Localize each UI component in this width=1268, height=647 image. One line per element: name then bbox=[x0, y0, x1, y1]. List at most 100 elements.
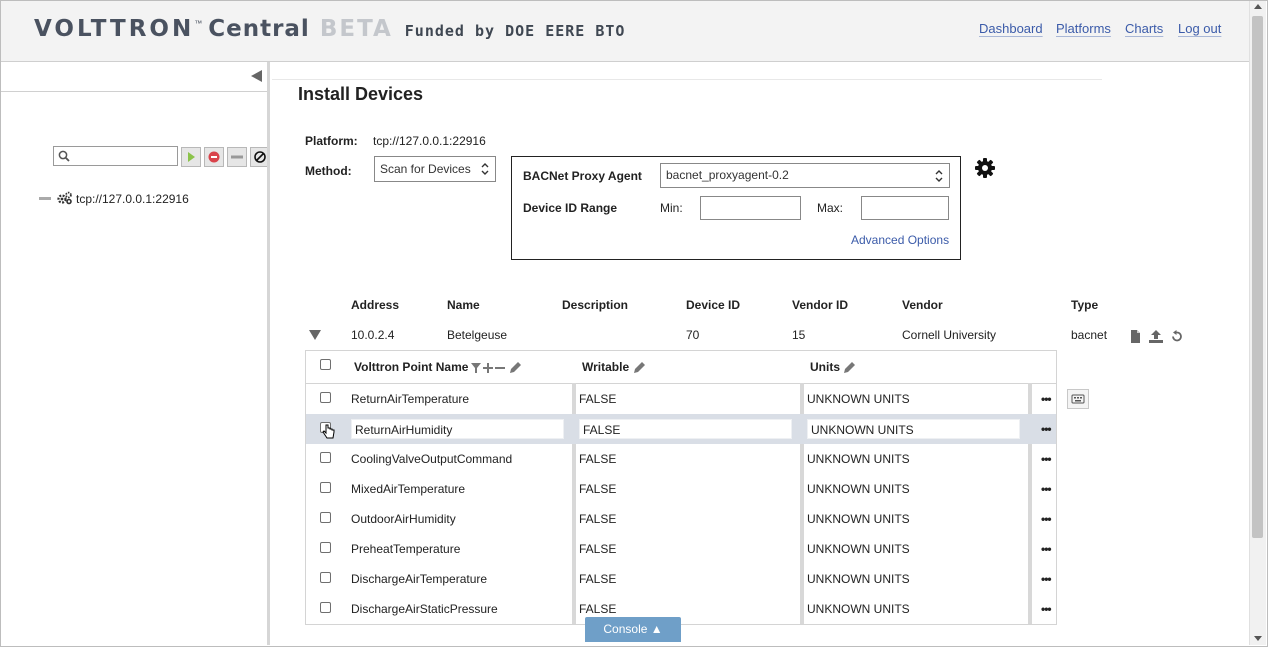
stop-icon bbox=[208, 151, 220, 163]
point-name-cell[interactable]: OutdoorAirHumidity bbox=[351, 512, 561, 526]
header-units[interactable]: Units bbox=[810, 360, 840, 374]
filter-none-button[interactable] bbox=[227, 147, 247, 167]
row-more-options-icon[interactable]: ••• bbox=[1041, 483, 1052, 495]
row-checkbox[interactable] bbox=[320, 542, 331, 553]
units-cell[interactable]: UNKNOWN UNITS bbox=[807, 512, 1017, 526]
expand-device-toggle-icon[interactable] bbox=[309, 330, 321, 340]
nav-platforms[interactable]: Platforms bbox=[1056, 21, 1111, 36]
nav-logout[interactable]: Log out bbox=[1178, 21, 1221, 36]
point-name-cell[interactable]: PreheatTemperature bbox=[351, 542, 561, 556]
row-checkbox[interactable] bbox=[320, 512, 331, 523]
point-row[interactable]: DischargeAirStaticPressure FALSE UNKNOWN U… bbox=[306, 594, 1056, 624]
max-id-input[interactable] bbox=[861, 196, 949, 220]
dash-icon bbox=[231, 155, 243, 159]
col-device-id: Device ID bbox=[686, 298, 741, 312]
row-checkbox[interactable] bbox=[320, 452, 331, 463]
platform-label: Platform: bbox=[305, 134, 358, 148]
row-more-options-icon[interactable]: ••• bbox=[1041, 603, 1052, 615]
header-writable[interactable]: Writable bbox=[582, 360, 629, 374]
add-column-icon[interactable] bbox=[483, 363, 493, 373]
writable-cell[interactable]: FALSE bbox=[579, 602, 789, 616]
units-cell[interactable]: UNKNOWN UNITS bbox=[807, 572, 1017, 586]
col-vendor-id: Vendor ID bbox=[792, 298, 849, 312]
point-name-cell[interactable]: DischargeAirStaticPressure bbox=[351, 602, 561, 616]
row-checkbox[interactable] bbox=[320, 482, 331, 493]
point-row[interactable]: PreheatTemperature FALSE UNKNOWN UNITS ••• bbox=[306, 534, 1056, 564]
advanced-options-link[interactable]: Advanced Options bbox=[851, 233, 949, 247]
point-name-cell[interactable]: DischargeAirTemperature bbox=[351, 572, 561, 586]
min-id-input[interactable] bbox=[700, 196, 801, 220]
units-cell[interactable]: UNKNOWN UNITS bbox=[807, 482, 1017, 496]
point-row[interactable]: ReturnAirHumidity FALSE UNKNOWN UNITS ••• bbox=[306, 414, 1056, 444]
gear-icon[interactable] bbox=[974, 157, 996, 179]
edit-icon[interactable] bbox=[634, 362, 645, 373]
scroll-down-arrow-icon[interactable] bbox=[1254, 636, 1262, 641]
writable-cell[interactable]: FALSE bbox=[579, 512, 789, 526]
scroll-thumb[interactable] bbox=[1252, 16, 1263, 538]
select-arrows-icon bbox=[935, 170, 943, 182]
sidebar-divider-line bbox=[1, 91, 267, 92]
row-more-options-icon[interactable]: ••• bbox=[1041, 393, 1052, 405]
remove-column-icon[interactable] bbox=[495, 363, 505, 373]
keyboard-shortcuts-button[interactable] bbox=[1067, 389, 1089, 409]
row-more-options-icon[interactable]: ••• bbox=[1041, 453, 1052, 465]
row-checkbox[interactable] bbox=[320, 602, 331, 613]
units-cell[interactable]: UNKNOWN UNITS bbox=[807, 452, 1017, 466]
point-row[interactable]: DischargeAirTemperature FALSE UNKNOWN UNIT… bbox=[306, 564, 1056, 594]
header-point-name[interactable]: Volttron Point Name bbox=[354, 360, 468, 374]
file-icon[interactable] bbox=[1130, 330, 1141, 343]
writable-cell[interactable]: FALSE bbox=[579, 572, 789, 586]
edit-icon[interactable] bbox=[510, 362, 521, 373]
select-all-checkbox[interactable] bbox=[320, 359, 331, 370]
point-row[interactable]: CoolingValveOutputCommand FALSE UNKNOWN UN… bbox=[306, 444, 1056, 474]
filter-stopped-button[interactable] bbox=[204, 147, 224, 167]
row-checkbox[interactable] bbox=[320, 572, 331, 583]
nav-dashboard[interactable]: Dashboard bbox=[979, 21, 1043, 36]
select-arrows-icon bbox=[481, 163, 489, 175]
collapse-sidebar-icon[interactable] bbox=[251, 70, 262, 82]
vertical-scrollbar[interactable] bbox=[1249, 1, 1266, 645]
writable-cell[interactable]: FALSE bbox=[579, 392, 789, 406]
method-label: Method: bbox=[305, 164, 352, 178]
method-select[interactable]: Scan for Devices bbox=[374, 156, 496, 182]
search-icon bbox=[58, 150, 70, 162]
row-more-options-icon[interactable]: ••• bbox=[1041, 573, 1052, 585]
filter-icon[interactable] bbox=[471, 363, 481, 373]
nav-charts[interactable]: Charts bbox=[1125, 21, 1163, 36]
units-cell[interactable]: UNKNOWN UNITS bbox=[807, 419, 1020, 439]
platform-search-input[interactable] bbox=[53, 146, 178, 166]
units-cell[interactable]: UNKNOWN UNITS bbox=[807, 542, 1017, 556]
edit-icon[interactable] bbox=[844, 362, 855, 373]
scroll-up-arrow-icon[interactable] bbox=[1254, 4, 1262, 9]
point-name-cell[interactable]: MixedAirTemperature bbox=[351, 482, 561, 496]
writable-cell[interactable]: FALSE bbox=[579, 452, 789, 466]
point-row[interactable]: ReturnAirTemperature FALSE UNKNOWN UNITS ••… bbox=[306, 384, 1056, 414]
filter-running-button[interactable] bbox=[181, 147, 201, 167]
sidebar-resize-handle[interactable] bbox=[267, 62, 270, 645]
row-more-options-icon[interactable]: ••• bbox=[1041, 543, 1052, 555]
page-title: Install Devices bbox=[298, 84, 424, 104]
logo-beta: BETA bbox=[319, 16, 393, 42]
tree-item-platform[interactable]: tcp://127.0.0.1:22916 bbox=[76, 192, 189, 206]
point-name-cell[interactable]: CoolingValveOutputCommand bbox=[351, 452, 561, 466]
tree-collapse-toggle[interactable] bbox=[39, 197, 51, 200]
units-cell[interactable]: UNKNOWN UNITS bbox=[807, 392, 1017, 406]
app-logo[interactable]: VOLTTRON™ Central BETA Funded by DOE EERE B… bbox=[34, 16, 625, 42]
writable-cell[interactable]: FALSE bbox=[579, 542, 789, 556]
row-more-options-icon[interactable]: ••• bbox=[1041, 513, 1052, 525]
point-row[interactable]: MixedAirTemperature FALSE UNKNOWN UNITS ••• bbox=[306, 474, 1056, 504]
writable-cell[interactable]: FALSE bbox=[579, 419, 792, 439]
units-cell[interactable]: UNKNOWN UNITS bbox=[807, 602, 1017, 616]
row-checkbox[interactable] bbox=[320, 392, 331, 403]
proxy-agent-select[interactable]: bacnet_proxyagent-0.2 bbox=[660, 163, 950, 188]
writable-cell[interactable]: FALSE bbox=[579, 482, 789, 496]
point-name-cell[interactable]: ReturnAirHumidity bbox=[351, 419, 564, 439]
upload-icon[interactable] bbox=[1149, 330, 1163, 343]
point-row[interactable]: OutdoorAirHumidity FALSE UNKNOWN UNITS ••• bbox=[306, 504, 1056, 534]
console-toggle-button[interactable]: Console ▲ bbox=[585, 617, 681, 642]
point-name-cell[interactable]: ReturnAirTemperature bbox=[351, 392, 561, 406]
col-address: Address bbox=[351, 298, 400, 312]
undo-icon[interactable] bbox=[1170, 330, 1183, 343]
row-more-options-icon[interactable]: ••• bbox=[1041, 423, 1052, 435]
method-select-value: Scan for Devices bbox=[380, 162, 471, 176]
